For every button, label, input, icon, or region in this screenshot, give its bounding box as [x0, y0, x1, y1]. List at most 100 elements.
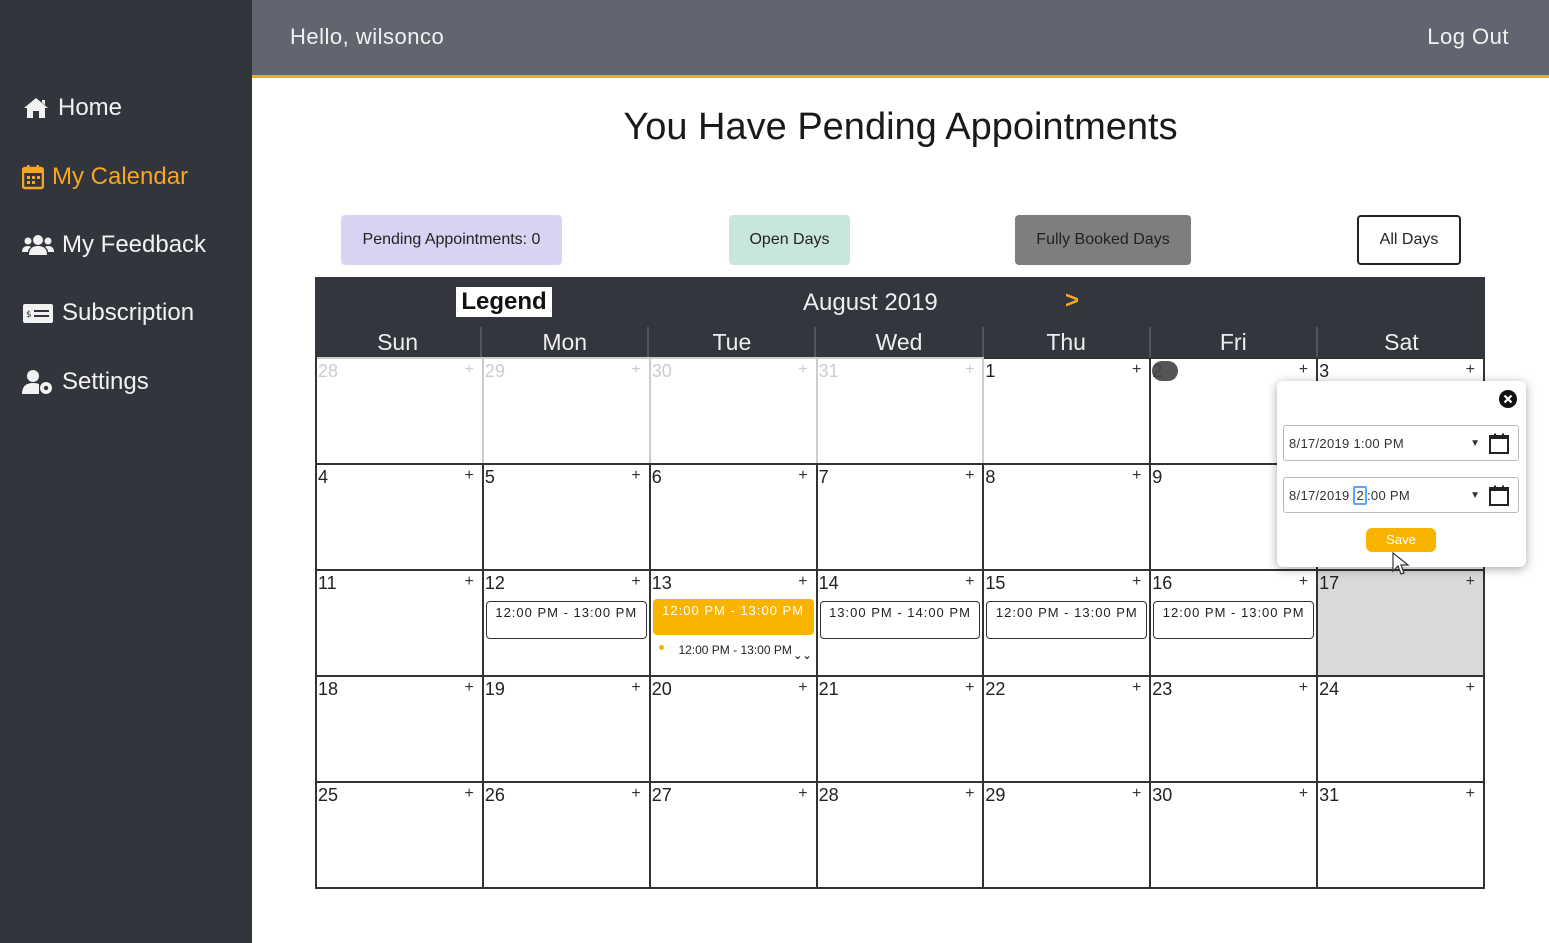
add-appointment-button[interactable]: +: [465, 361, 474, 379]
day-cell[interactable]: 19 +: [483, 675, 651, 781]
day-number: 9: [1152, 467, 1163, 487]
day-cell[interactable]: 16 + 12:00 PM - 13:00 PM: [1151, 569, 1319, 675]
calendar-picker-icon[interactable]: [1488, 485, 1510, 507]
day-cell[interactable]: 4 +: [317, 463, 484, 569]
appointment-item[interactable]: 12:00 PM - 13:00 PM ⌄⌄: [658, 643, 812, 669]
day-cell[interactable]: 20 +: [650, 675, 818, 781]
day-number: 13: [651, 573, 672, 593]
add-appointment-button[interactable]: +: [1466, 679, 1475, 697]
day-cell[interactable]: 6 +: [650, 463, 818, 569]
day-cell[interactable]: 29 +: [984, 781, 1152, 887]
dropdown-arrow-icon[interactable]: ▼: [1470, 490, 1480, 501]
day-cell[interactable]: 31 +: [817, 357, 985, 463]
end-datetime-input[interactable]: 8/17/2019 2:00 PM ▼: [1283, 477, 1519, 513]
calendar-picker-icon[interactable]: [1488, 433, 1510, 455]
add-appointment-button[interactable]: +: [465, 573, 474, 591]
fully-booked-days-filter[interactable]: Fully Booked Days: [1015, 215, 1191, 265]
add-appointment-button[interactable]: +: [1466, 785, 1475, 803]
users-icon: [22, 235, 54, 255]
appointment-chip[interactable]: 12:00 PM - 13:00 PM: [485, 601, 647, 639]
day-cell[interactable]: 23 +: [1151, 675, 1319, 781]
add-appointment-button[interactable]: +: [1132, 679, 1141, 697]
pending-appointments-filter[interactable]: Pending Appointments: 0: [341, 215, 562, 265]
add-appointment-button[interactable]: +: [965, 361, 974, 379]
day-cell[interactable]: 5 +: [483, 463, 651, 569]
add-appointment-button[interactable]: +: [1132, 785, 1141, 803]
add-appointment-button[interactable]: +: [1299, 361, 1308, 379]
save-button[interactable]: Save: [1366, 528, 1436, 552]
add-appointment-button[interactable]: +: [798, 361, 807, 379]
sidebar-item-settings[interactable]: Settings: [22, 368, 149, 396]
legend-button[interactable]: Legend: [456, 287, 552, 317]
dropdown-arrow-icon[interactable]: ▼: [1470, 438, 1480, 449]
add-appointment-button[interactable]: +: [798, 785, 807, 803]
add-appointment-button[interactable]: +: [965, 573, 974, 591]
open-days-filter[interactable]: Open Days: [729, 215, 850, 265]
start-datetime-input[interactable]: 8/17/2019 1:00 PM ▼: [1283, 425, 1519, 461]
day-cell[interactable]: 30 +: [650, 357, 818, 463]
day-cell[interactable]: 31 +: [1318, 781, 1485, 887]
sidebar-item-label: Subscription: [62, 299, 195, 326]
add-appointment-button[interactable]: +: [965, 679, 974, 697]
day-cell[interactable]: 13 + 12:00 PM - 13:00 PM 12:00 PM - 13:00…: [650, 569, 818, 675]
day-cell[interactable]: 22 +: [984, 675, 1152, 781]
add-appointment-button[interactable]: +: [465, 467, 474, 485]
add-appointment-button[interactable]: +: [465, 679, 474, 697]
day-cell[interactable]: 26 +: [483, 781, 651, 887]
add-appointment-button[interactable]: +: [631, 785, 640, 803]
add-appointment-button[interactable]: +: [798, 573, 807, 591]
day-cell[interactable]: 1 +: [984, 357, 1152, 463]
logout-link[interactable]: Log Out: [1427, 24, 1509, 50]
day-cell[interactable]: 29 +: [483, 357, 651, 463]
double-chevron-down-icon[interactable]: ⌄⌄: [793, 649, 811, 663]
sidebar-item-subscription[interactable]: $ Subscription: [22, 299, 194, 327]
appointment-chip[interactable]: 13:00 PM - 14:00 PM: [819, 601, 981, 639]
close-icon[interactable]: [1498, 389, 1518, 409]
day-cell[interactable]: 28 +: [317, 357, 484, 463]
day-cell[interactable]: 18 +: [317, 675, 484, 781]
add-appointment-button[interactable]: +: [465, 785, 474, 803]
day-cell[interactable]: 27 +: [650, 781, 818, 887]
day-cell[interactable]: 7 +: [817, 463, 985, 569]
day-cell[interactable]: 8 +: [984, 463, 1152, 569]
day-cell[interactable]: 12 + 12:00 PM - 13:00 PM: [483, 569, 651, 675]
sidebar-item-my-calendar[interactable]: My Calendar: [22, 163, 188, 191]
add-appointment-button[interactable]: +: [1466, 361, 1475, 379]
next-month-button[interactable]: >: [1065, 287, 1079, 315]
all-days-filter[interactable]: All Days: [1357, 215, 1461, 265]
add-appointment-button[interactable]: +: [965, 467, 974, 485]
appointment-chip-selected[interactable]: 12:00 PM - 13:00 PM: [652, 599, 814, 635]
appointment-chip[interactable]: 12:00 PM - 13:00 PM: [1153, 601, 1315, 639]
day-cell[interactable]: 30 +: [1151, 781, 1319, 887]
day-cell[interactable]: 17 +: [1318, 569, 1485, 675]
day-cell[interactable]: 24 +: [1318, 675, 1485, 781]
add-appointment-button[interactable]: +: [631, 573, 640, 591]
sidebar-item-label: Settings: [62, 368, 149, 395]
day-number: 28: [818, 785, 839, 805]
add-appointment-button[interactable]: +: [798, 467, 807, 485]
day-cell[interactable]: 14 + 13:00 PM - 14:00 PM: [817, 569, 985, 675]
day-cell[interactable]: 21 +: [817, 675, 985, 781]
day-cell[interactable]: 25 +: [317, 781, 484, 887]
day-cell[interactable]: 15 + 12:00 PM - 13:00 PM: [984, 569, 1152, 675]
add-appointment-button[interactable]: +: [631, 467, 640, 485]
add-appointment-button[interactable]: +: [1299, 573, 1308, 591]
add-appointment-button[interactable]: +: [1299, 785, 1308, 803]
appointment-chip[interactable]: 12:00 PM - 13:00 PM: [986, 601, 1148, 639]
end-hour-segment[interactable]: 2: [1353, 485, 1367, 505]
add-appointment-button[interactable]: +: [965, 785, 974, 803]
weekday-label: Sun: [315, 327, 483, 357]
add-appointment-button[interactable]: +: [1299, 679, 1308, 697]
weekday-label: Wed: [816, 327, 984, 357]
add-appointment-button[interactable]: +: [1466, 573, 1475, 591]
add-appointment-button[interactable]: +: [631, 679, 640, 697]
add-appointment-button[interactable]: +: [1132, 573, 1141, 591]
add-appointment-button[interactable]: +: [631, 361, 640, 379]
add-appointment-button[interactable]: +: [1132, 361, 1141, 379]
add-appointment-button[interactable]: +: [798, 679, 807, 697]
day-cell[interactable]: 28 +: [817, 781, 985, 887]
sidebar-item-my-feedback[interactable]: My Feedback: [22, 231, 206, 259]
day-cell[interactable]: 11 +: [317, 569, 484, 675]
sidebar-item-home[interactable]: Home: [22, 94, 122, 122]
add-appointment-button[interactable]: +: [1132, 467, 1141, 485]
